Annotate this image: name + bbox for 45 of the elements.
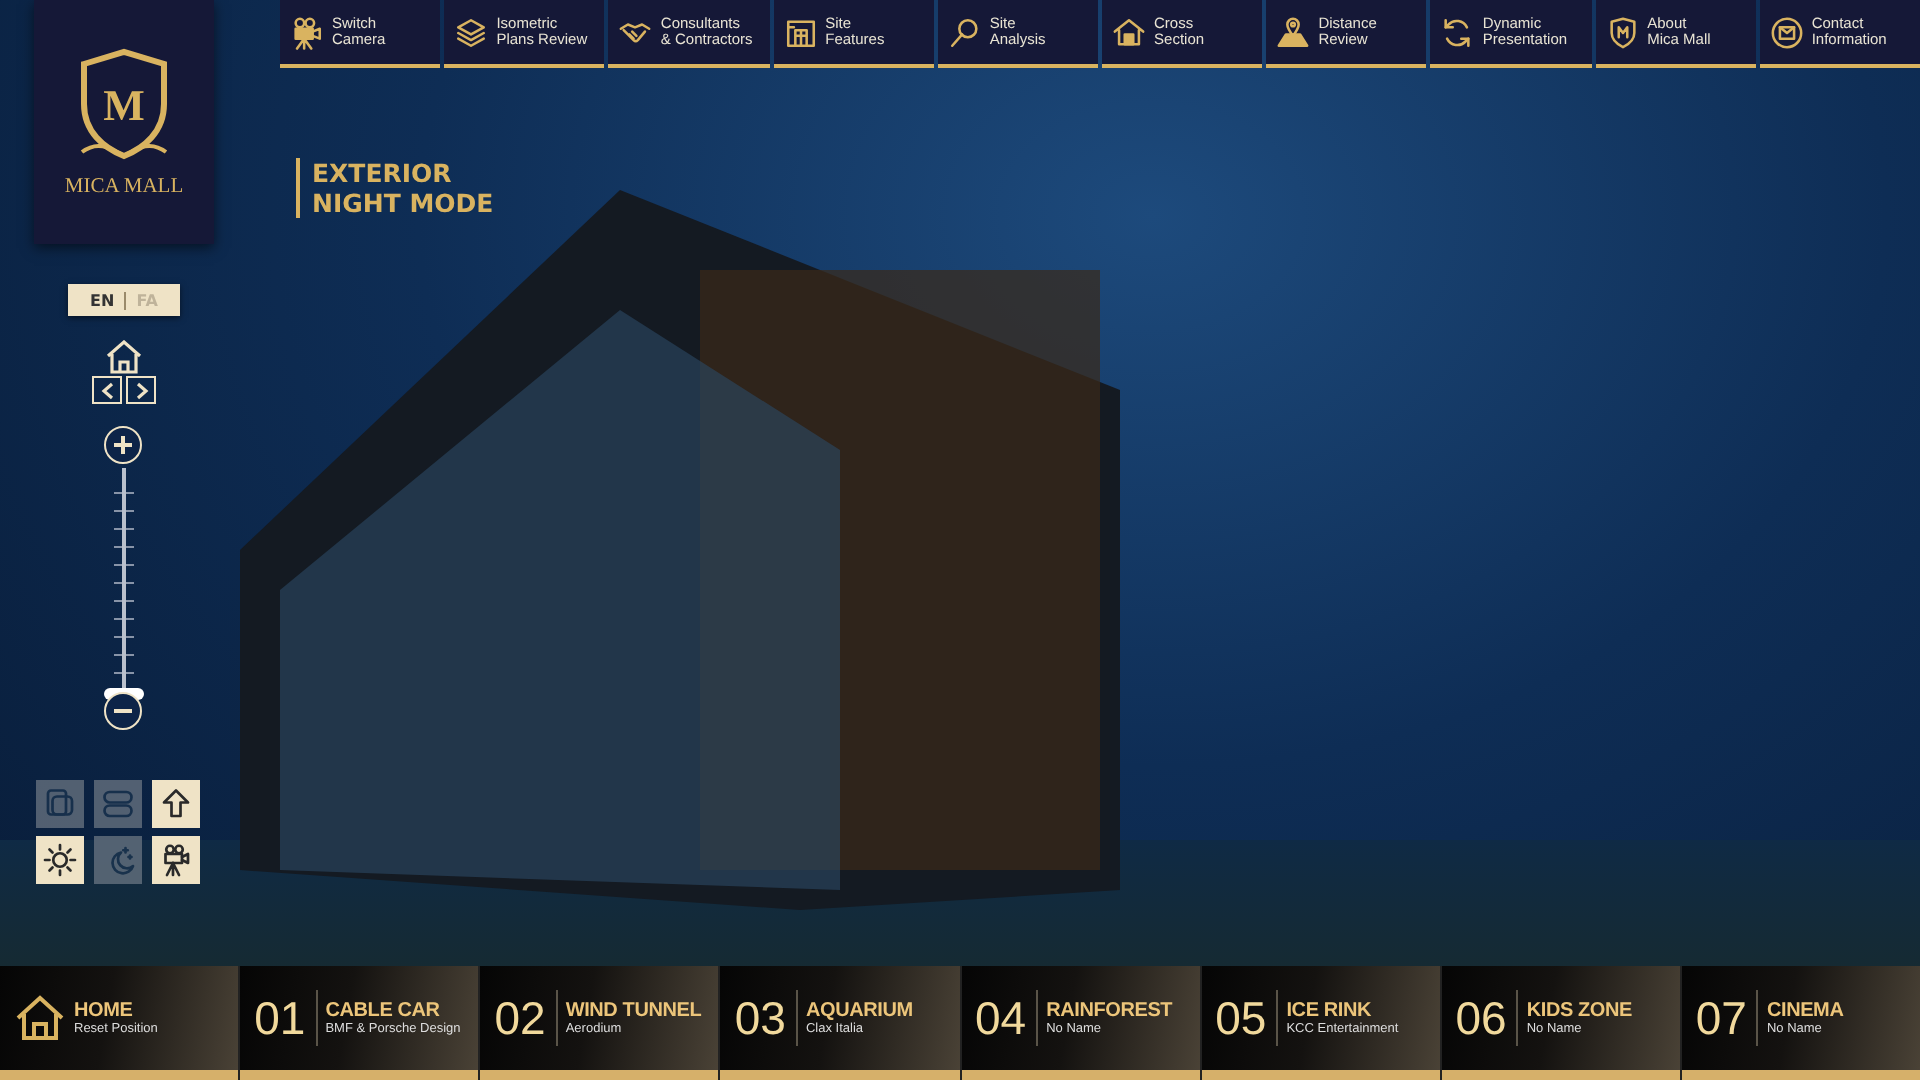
logo-panel[interactable]: M MICA MALL [34,0,214,244]
tool-button[interactable] [152,836,200,884]
pill-toggle-icon [100,786,136,822]
stop-title: WIND TUNNEL [565,1000,702,1022]
shield-icon [1605,15,1640,49]
stop-number: 02 [494,990,558,1046]
tool-button[interactable] [152,780,200,828]
building-plan-icon [783,15,818,49]
stop-title: KIDS ZONE [1526,1000,1632,1022]
stop-title: AQUARIUM [805,1000,913,1022]
layers-icon [454,15,489,49]
search-icon [947,15,982,49]
refresh-icon [1440,15,1475,49]
language-option[interactable]: EN [80,291,125,309]
logo-letter: M [103,79,145,129]
brand-name: MICA MALL [64,175,184,197]
stop-title: HOME [74,1000,135,1022]
map-pin-icon [1276,15,1311,49]
stop-title: CINEMA [1766,1000,1844,1022]
movie-camera-icon [158,842,194,878]
chevron-right-icon [133,381,149,399]
stop-number: 03 [734,990,798,1046]
home-icon[interactable] [104,340,144,374]
view-mode-title: EXTERIOR NIGHT MODE [296,158,494,218]
pan-left-button[interactable] [92,376,122,404]
stop-title: ICE RINK [1286,1000,1374,1022]
stop-number: 04 [975,990,1039,1046]
sun-icon [42,842,78,878]
cards-icon [42,786,78,822]
movie-camera-icon [290,15,324,49]
zoom-slider[interactable] [102,468,146,700]
chevron-left-icon [99,381,115,399]
tool-button[interactable] [36,836,84,884]
house-icon [1112,15,1147,49]
stop-title: RAINFOREST [1046,1000,1173,1022]
plus-icon [112,434,134,456]
home-icon [14,994,66,1042]
stop-title: CABLE CAR [325,1000,442,1022]
envelope-icon [1769,15,1804,49]
pan-right-button[interactable] [126,376,156,404]
up-arrow-icon [158,786,194,822]
stop-number: 07 [1695,990,1759,1046]
stop-number: 01 [254,990,318,1046]
stop-number: 05 [1215,990,1279,1046]
stop-number: 06 [1455,990,1519,1046]
